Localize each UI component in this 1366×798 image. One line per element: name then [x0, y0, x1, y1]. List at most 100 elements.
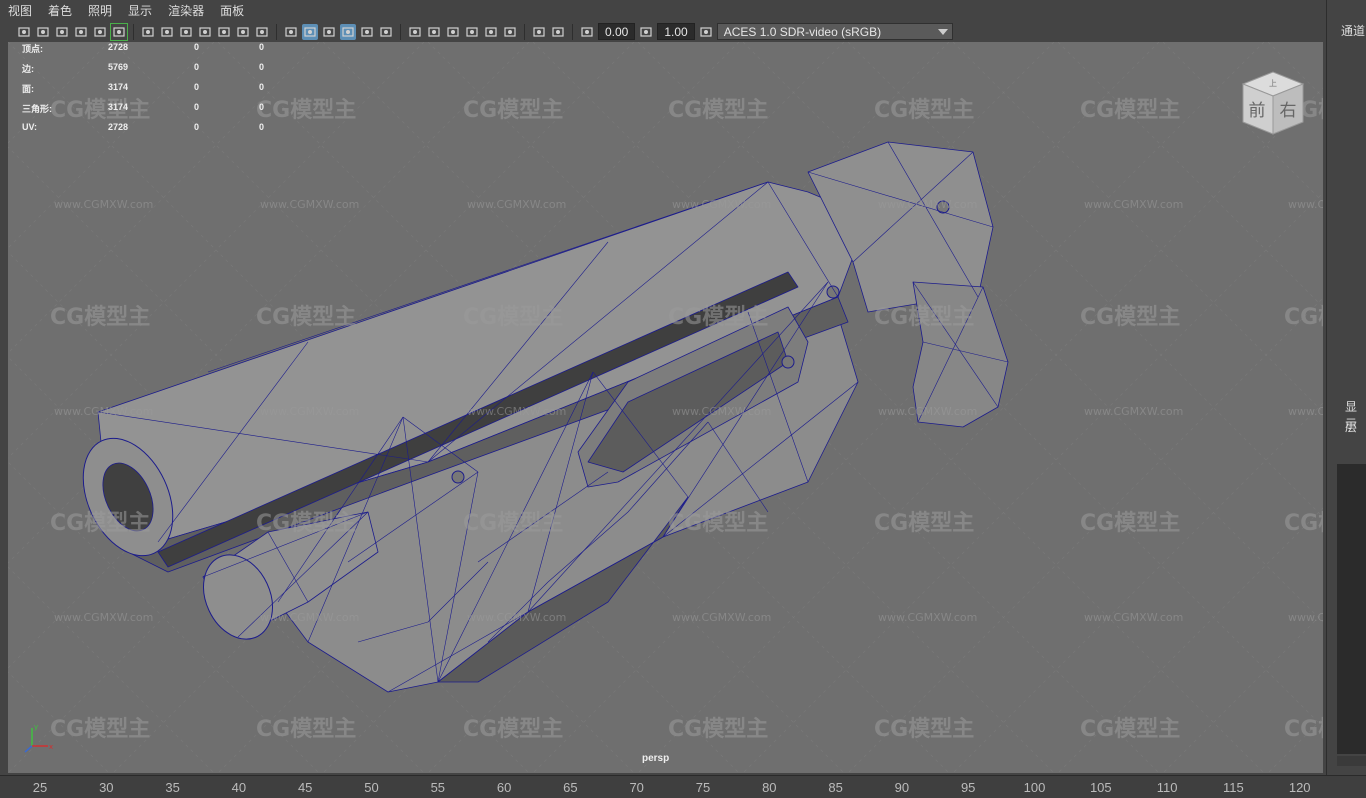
image-plane-icon[interactable]: [73, 24, 89, 40]
resolution-gate-icon[interactable]: [178, 24, 194, 40]
watermark-logo: CG模型主: [1284, 717, 1323, 742]
watermark-url: www.CGMXW.com: [54, 405, 153, 418]
hud-row: 顶点: 2728 0 0: [22, 42, 292, 62]
watermark-url: www.CGMXW.com: [1084, 611, 1183, 624]
hud-value: 0: [194, 82, 200, 92]
viewport-3d[interactable]: CG模型主 www.CGMXW.com CG模型主 www.CGMXW.com CG模型…: [8, 42, 1323, 773]
time-slider[interactable]: 25 30 35 40 45 50 55 60 65 70 75 80 85 90 95 100 105 110 1…: [0, 775, 1366, 798]
hud-value: 3174: [108, 82, 129, 92]
watermark-logo: CG模型主: [874, 717, 974, 742]
menu-panels[interactable]: 面板: [220, 2, 244, 19]
layer-tab[interactable]: 层: [1345, 418, 1357, 435]
exposure-field[interactable]: 0.00: [598, 23, 636, 40]
layer-list[interactable]: [1337, 464, 1366, 754]
panel-toolbar: 0.00 1.00 ACES 1.0 SDR-video (sRGB): [0, 21, 1326, 42]
multisample-icon[interactable]: [464, 24, 480, 40]
menu-renderer[interactable]: 渲染器: [168, 2, 204, 19]
wireframe-on-shaded-icon[interactable]: [340, 23, 356, 40]
hud-value: 0: [194, 122, 200, 132]
timeline-tick: 95: [960, 780, 976, 795]
smooth-shade-icon[interactable]: [302, 23, 318, 40]
hud-label: UV:: [22, 122, 38, 132]
menu-lighting[interactable]: 照明: [88, 2, 112, 19]
watermark-url: www.CGMXW.com: [878, 405, 977, 418]
timeline-tick: 70: [629, 780, 644, 795]
exposure-icon[interactable]: [579, 24, 595, 40]
bookmark-icon[interactable]: [54, 24, 70, 40]
timeline-tick: 30: [99, 780, 114, 795]
gamma-field[interactable]: 1.00: [657, 23, 695, 40]
timeline-tick: 85: [828, 780, 843, 795]
view-cube[interactable]: 上 前 右: [1237, 68, 1309, 143]
toolbar-separator: [572, 23, 573, 40]
timeline-tick: 115: [1223, 780, 1244, 795]
gate-mask-icon[interactable]: [197, 24, 213, 40]
watermark-logo: CG模型主: [874, 511, 974, 536]
watermark-logo: CG模型主: [1080, 511, 1180, 536]
watermark-url: www.CGMXW.com: [1084, 405, 1183, 418]
hud-label: 三角形:: [22, 104, 52, 114]
field-chart-icon[interactable]: [216, 24, 232, 40]
menu-shading[interactable]: 着色: [48, 2, 72, 19]
default-light-icon[interactable]: [378, 24, 394, 40]
watermark-logo: CG模型主: [50, 305, 150, 330]
xray-icon[interactable]: [359, 24, 375, 40]
channels-tab[interactable]: 通道: [1341, 22, 1365, 39]
watermark-logo: CG模型主: [1080, 717, 1180, 742]
timeline-tick: 120: [1288, 780, 1311, 795]
timeline-tick: 65: [563, 780, 578, 795]
hud-value: 0: [194, 102, 200, 112]
chevron-down-icon: [937, 28, 948, 35]
shadow-icon[interactable]: [407, 24, 423, 40]
2d-pan-icon[interactable]: [92, 24, 108, 40]
isolate-select-icon[interactable]: [483, 24, 499, 40]
hud-value: 0: [259, 42, 265, 52]
watermark-logo: CG模型主: [463, 305, 563, 330]
watermark-logo: CG模型主: [463, 98, 563, 123]
menu-show[interactable]: 显示: [128, 2, 152, 19]
timeline-tick: 80: [762, 780, 777, 795]
backface-icon[interactable]: [550, 24, 566, 40]
watermark-logo: CG模型主: [1080, 305, 1180, 330]
timeline-tick: 45: [297, 780, 313, 795]
camera-icon[interactable]: [16, 24, 32, 40]
hud-value: 0: [259, 122, 265, 132]
film-gate-icon[interactable]: [159, 24, 175, 40]
timeline-tick: 50: [364, 780, 379, 795]
gamma-icon[interactable]: [638, 24, 654, 40]
view-cube-top-label: 上: [1269, 79, 1277, 88]
timeline-tick: 55: [430, 780, 446, 795]
hud-value: 2728: [108, 42, 129, 52]
grease-pencil-icon[interactable]: [110, 22, 128, 41]
xray-active-icon[interactable]: [531, 24, 547, 40]
motion-blur-icon[interactable]: [445, 24, 461, 40]
watermark-url: www.CGMXW.com: [1288, 611, 1323, 624]
watermark-url: www.CGMXW.com: [467, 198, 566, 211]
watermark-url: www.CGMXW.com: [54, 198, 153, 211]
safe-action-icon[interactable]: [235, 24, 251, 40]
grid-icon[interactable]: [140, 24, 156, 40]
watermark-url: www.CGMXW.com: [1288, 198, 1323, 211]
flat-shade-icon[interactable]: [321, 24, 337, 40]
color-space-select[interactable]: ACES 1.0 SDR-video (sRGB): [716, 23, 953, 40]
safe-title-icon[interactable]: [254, 24, 270, 40]
timeline-tick: 105: [1089, 780, 1112, 795]
watermark-logo: CG模型主: [874, 305, 974, 330]
watermark-url: www.CGMXW.com: [260, 405, 359, 418]
color-management-icon[interactable]: [698, 24, 714, 40]
ambient-occlusion-icon[interactable]: [426, 24, 442, 40]
menu-view[interactable]: 视图: [8, 2, 32, 19]
horizontal-scrollbar[interactable]: [1337, 756, 1366, 766]
watermark-url: www.CGMXW.com: [878, 611, 977, 624]
wireframe-icon[interactable]: [283, 24, 299, 40]
channel-box-panel: 通道 显示 层: [1326, 0, 1366, 775]
toolbar-separator: [400, 23, 401, 40]
hud-value: 0: [259, 62, 265, 72]
xray-joints-icon[interactable]: [502, 24, 518, 40]
camera-attr-icon[interactable]: [35, 24, 51, 40]
watermark-logo: CG模型主: [668, 511, 768, 536]
watermark-logo: CG模型主: [256, 305, 356, 330]
hud-value: 0: [259, 82, 265, 92]
hud-row: 边: 5769 0 0: [22, 62, 292, 82]
watermark-logo: CG模型主: [463, 717, 563, 742]
